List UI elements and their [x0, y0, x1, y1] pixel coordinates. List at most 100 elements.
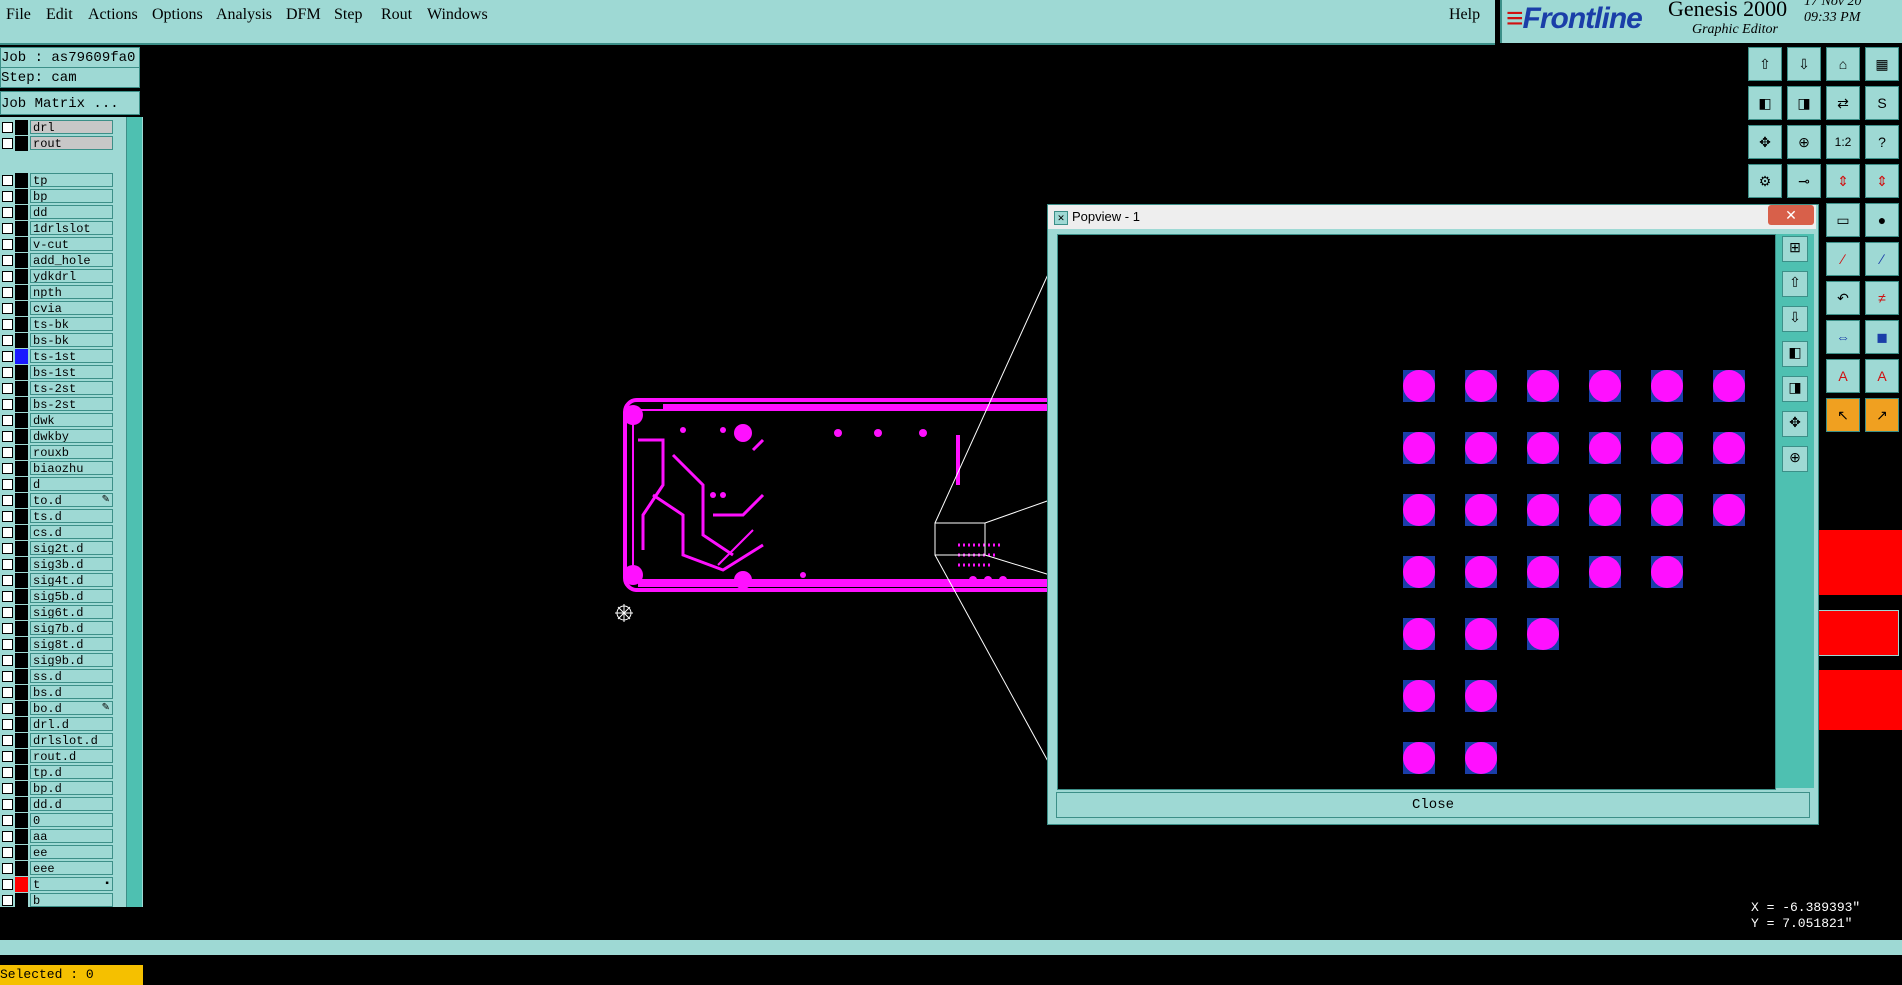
layer-name[interactable]: sig3b.d: [30, 557, 113, 571]
key-icon[interactable]: ⊸: [1787, 164, 1821, 198]
layer-checkbox[interactable]: [2, 511, 13, 522]
layer-row[interactable]: bs-2st: [0, 397, 115, 412]
menu-options[interactable]: Options: [152, 6, 203, 24]
layer-row[interactable]: dwk: [0, 413, 115, 428]
layer-checkbox[interactable]: [2, 351, 13, 362]
ruler-icon[interactable]: ▭: [1826, 203, 1860, 237]
popview-canvas[interactable]: [1057, 234, 1776, 790]
layer-row[interactable]: ts-2st: [0, 381, 115, 396]
measure2-icon[interactable]: ⇕: [1865, 164, 1899, 198]
layer-name[interactable]: t ▪: [30, 877, 113, 891]
layer-checkbox[interactable]: [2, 591, 13, 602]
layer-name[interactable]: sig7b.d: [30, 621, 113, 635]
layer-row[interactable]: cs.d: [0, 525, 115, 540]
layer-checkbox[interactable]: [2, 783, 13, 794]
close-button[interactable]: Close: [1056, 792, 1810, 818]
layer-row[interactable]: bs.d: [0, 685, 115, 700]
layer-row[interactable]: sig5b.d: [0, 589, 115, 604]
menu-dfm[interactable]: DFM: [286, 6, 321, 24]
layer-row[interactable]: aa: [0, 829, 115, 844]
layer-name[interactable]: sig2t.d: [30, 541, 113, 555]
layer-name[interactable]: sig8t.d: [30, 637, 113, 651]
layer-row[interactable]: drl.d: [0, 717, 115, 732]
layer-name[interactable]: bs-bk: [30, 333, 113, 347]
layer-row[interactable]: tp.d: [0, 765, 115, 780]
layer-row[interactable]: drl: [0, 120, 115, 135]
layer-row[interactable]: ss.d: [0, 669, 115, 684]
menu-actions[interactable]: Actions: [88, 6, 138, 24]
layer-name[interactable]: bp: [30, 189, 113, 203]
scale-1-2-icon[interactable]: 1:2: [1826, 125, 1860, 159]
layer-name[interactable]: ts-bk: [30, 317, 113, 331]
zoom-fit-icon[interactable]: ⊕: [1787, 125, 1821, 159]
layer-name[interactable]: tp: [30, 173, 113, 187]
layer-checkbox[interactable]: [2, 847, 13, 858]
layer-name[interactable]: cvia: [30, 301, 113, 315]
layer-name[interactable]: cs.d: [30, 525, 113, 539]
layer-checkbox[interactable]: [2, 559, 13, 570]
layer-row[interactable]: sig2t.d: [0, 541, 115, 556]
layer-row[interactable]: ydkdrl: [0, 269, 115, 284]
layer-checkbox[interactable]: [2, 335, 13, 346]
layer-name[interactable]: to.d ✎: [30, 493, 113, 507]
layer-row[interactable]: 0: [0, 813, 115, 828]
layer-checkbox[interactable]: [2, 383, 13, 394]
layer-row[interactable]: rout: [0, 136, 115, 151]
undo-icon[interactable]: ↶: [1826, 281, 1860, 315]
layer-name[interactable]: ee: [30, 845, 113, 859]
pan-left-icon[interactable]: ◧: [1748, 86, 1782, 120]
filter-icon[interactable]: ≠: [1865, 281, 1899, 315]
layer-name[interactable]: bs-2st: [30, 397, 113, 411]
menu-step[interactable]: Step: [334, 6, 362, 24]
layer-row[interactable]: v-cut: [0, 237, 115, 252]
layer-row[interactable]: sig4t.d: [0, 573, 115, 588]
toolbar-top-icon[interactable]: ⇧: [1748, 47, 1782, 81]
line2-tool-icon[interactable]: ∕: [1865, 242, 1899, 276]
layer-checkbox[interactable]: [2, 527, 13, 538]
layer-row[interactable]: biaozhu: [0, 461, 115, 476]
layer-row[interactable]: bs-1st: [0, 365, 115, 380]
layer-checkbox[interactable]: [2, 239, 13, 250]
layer-row[interactable]: dd: [0, 205, 115, 220]
layer-checkbox[interactable]: [2, 415, 13, 426]
layer-checkbox[interactable]: [2, 863, 13, 874]
job-matrix-button[interactable]: Job Matrix ...: [0, 91, 140, 115]
layer-row[interactable]: add_hole: [0, 253, 115, 268]
layer-checkbox[interactable]: [2, 543, 13, 554]
layer-name[interactable]: v-cut: [30, 237, 113, 251]
layer-checkbox[interactable]: [2, 367, 13, 378]
layer-name[interactable]: npth: [30, 285, 113, 299]
layer-row[interactable]: rouxb: [0, 445, 115, 460]
layer-name[interactable]: dd.d: [30, 797, 113, 811]
layer-name[interactable]: tp.d: [30, 765, 113, 779]
layer-name[interactable]: sig6t.d: [30, 605, 113, 619]
layer-checkbox[interactable]: [2, 287, 13, 298]
layer-checkbox[interactable]: [2, 255, 13, 266]
layer-row[interactable]: to.d ✎: [0, 493, 115, 508]
layer-row[interactable]: ts-bk: [0, 317, 115, 332]
layer-name[interactable]: ss.d: [30, 669, 113, 683]
layer-row[interactable]: 1drlslot: [0, 221, 115, 236]
layer-row[interactable]: bp.d: [0, 781, 115, 796]
layer-row[interactable]: eee: [0, 861, 115, 876]
snap-icon[interactable]: S: [1865, 86, 1899, 120]
layer-name[interactable]: rout.d: [30, 749, 113, 763]
layer-row[interactable]: cvia: [0, 301, 115, 316]
layer-row[interactable]: ts-1st: [0, 349, 115, 364]
layer-checkbox[interactable]: [2, 767, 13, 778]
layer-checkbox[interactable]: [2, 431, 13, 442]
home-icon[interactable]: ⌂: [1826, 47, 1860, 81]
layer-row[interactable]: bp: [0, 189, 115, 204]
layer-checkbox[interactable]: [2, 703, 13, 714]
layer-name[interactable]: ydkdrl: [30, 269, 113, 283]
layer-name[interactable]: sig9b.d: [30, 653, 113, 667]
layer-name[interactable]: b: [30, 893, 113, 907]
menu-rout[interactable]: Rout: [381, 6, 412, 24]
close-window-icon[interactable]: ✕: [1768, 205, 1814, 225]
layer-row[interactable]: dd.d: [0, 797, 115, 812]
layer-row[interactable]: d: [0, 477, 115, 492]
layer-checkbox[interactable]: [2, 495, 13, 506]
layer-name[interactable]: drl: [30, 120, 113, 134]
layer-checkbox[interactable]: [2, 207, 13, 218]
settings-icon[interactable]: ⚙: [1748, 164, 1782, 198]
